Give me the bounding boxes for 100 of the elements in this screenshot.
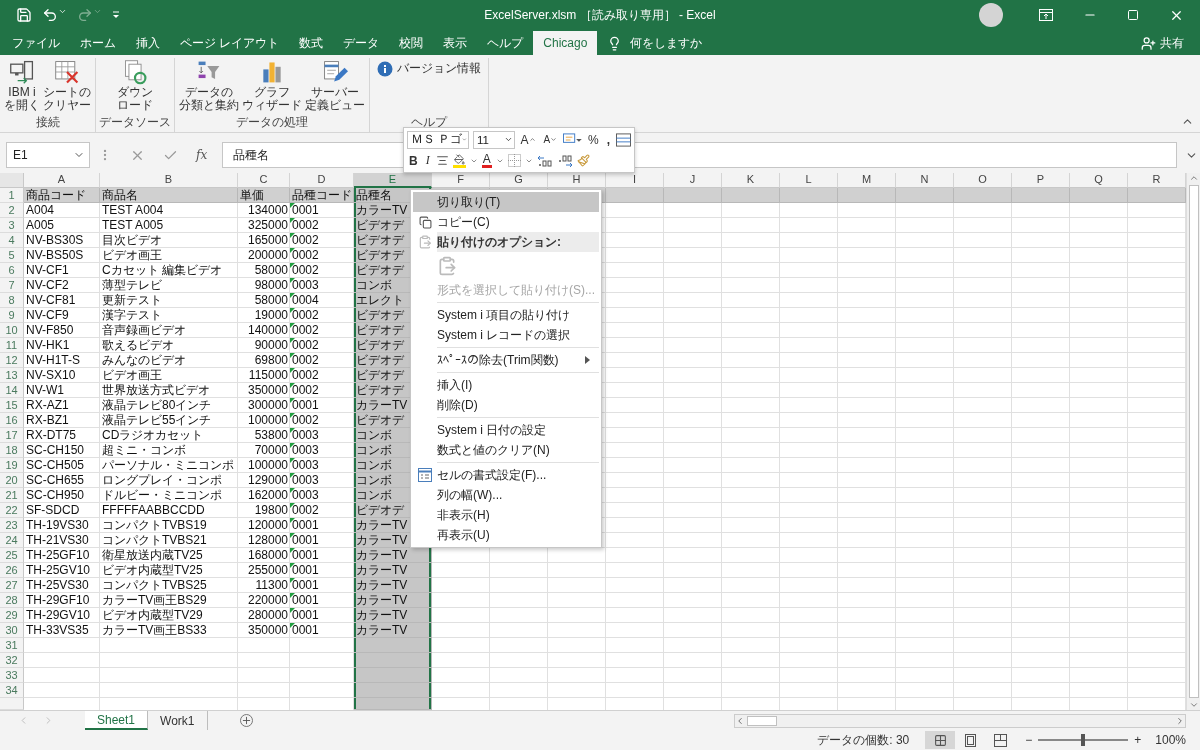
row-header[interactable]: 17 — [0, 428, 24, 443]
row-header[interactable]: 19 — [0, 458, 24, 473]
row-header[interactable]: 6 — [0, 263, 24, 278]
column-header[interactable]: C — [238, 173, 290, 188]
row-header[interactable]: 1 — [0, 188, 24, 203]
column-header[interactable]: F — [432, 173, 490, 188]
column-header[interactable]: N — [896, 173, 954, 188]
scroll-thumb[interactable] — [1188, 185, 1199, 698]
ribbon-tab[interactable]: ページ レイアウト — [170, 31, 290, 55]
ribbon-button[interactable]: ダウン ロード — [116, 58, 154, 113]
row-header[interactable]: 27 — [0, 578, 24, 593]
row-header[interactable]: 15 — [0, 398, 24, 413]
ribbon-tab[interactable]: データ — [333, 31, 390, 55]
format-painter-icon[interactable] — [576, 154, 590, 167]
ribbon-tab[interactable]: 挿入 — [126, 31, 170, 55]
share-button[interactable]: 共有 — [1160, 34, 1184, 52]
row-header[interactable]: 22 — [0, 503, 24, 518]
ribbon-tab[interactable]: 数式 — [289, 31, 334, 55]
size-select[interactable]: 11 — [473, 130, 515, 149]
maximize-icon[interactable] — [1127, 9, 1139, 21]
zoom-reading[interactable]: 100% — [1155, 733, 1186, 747]
ribbon-tab[interactable]: ホーム — [70, 31, 126, 55]
normal-view-button[interactable] — [925, 731, 956, 749]
save-icon[interactable] — [16, 7, 32, 23]
column-header[interactable]: I — [606, 173, 664, 188]
decrease-decimal-icon[interactable] — [556, 154, 573, 167]
ribbon-tab[interactable]: ファイル — [2, 31, 70, 55]
ribbon-button[interactable]: グラフ ウィザード — [241, 58, 303, 113]
column-header[interactable]: O — [954, 173, 1012, 188]
row-header[interactable]: 4 — [0, 233, 24, 248]
scroll-up-icon[interactable] — [1188, 173, 1199, 183]
zoom-in-button[interactable]: + — [1134, 733, 1142, 747]
column-header[interactable]: K — [722, 173, 780, 188]
row-header[interactable]: 20 — [0, 473, 24, 488]
row-header[interactable]: 8 — [0, 293, 24, 308]
row-header[interactable]: 33 — [0, 668, 24, 683]
sheet-tab[interactable]: Sheet1 — [85, 711, 149, 730]
ribbon-button[interactable]: シートの クリヤー — [42, 58, 92, 113]
insert-function-button[interactable]: fx — [196, 148, 214, 162]
font-select[interactable]: ＭＳ Ｐゴ — [407, 130, 469, 149]
zoom-out-button[interactable]: − — [1025, 733, 1033, 747]
ribbon-button[interactable]: バージョン情報 — [373, 58, 485, 79]
row-header[interactable]: 3 — [0, 218, 24, 233]
scroll-thumb[interactable] — [747, 715, 777, 726]
name-box[interactable]: E1 — [6, 142, 90, 168]
row-header[interactable]: 14 — [0, 383, 24, 398]
row-header[interactable]: 26 — [0, 563, 24, 578]
column-header[interactable]: G — [490, 173, 548, 188]
row-header[interactable]: 34 — [0, 683, 24, 698]
column-header[interactable]: B — [100, 173, 238, 188]
row-header[interactable]: 24 — [0, 533, 24, 548]
scroll-right-icon[interactable] — [1175, 715, 1185, 726]
row-header[interactable]: 2 — [0, 203, 24, 218]
column-header[interactable]: J — [664, 173, 722, 188]
fill-color-icon[interactable] — [452, 153, 466, 168]
zoom-thumb[interactable] — [1081, 734, 1086, 746]
ribbon-tab[interactable]: 校閲 — [389, 31, 434, 55]
ribbon-button[interactable]: IBM i を開く — [3, 58, 41, 113]
row-header[interactable]: 21 — [0, 488, 24, 503]
scroll-left-icon[interactable] — [735, 715, 745, 726]
scroll-down-icon[interactable] — [1188, 700, 1199, 710]
ribbon-tab[interactable]: 表示 — [433, 31, 478, 55]
ribbon-button[interactable]: サーバー 定義ビュー — [304, 58, 366, 113]
row-header[interactable]: 31 — [0, 638, 24, 653]
row-header[interactable]: 9 — [0, 308, 24, 323]
row-header[interactable]: 13 — [0, 368, 24, 383]
ribbon-tab[interactable]: Chicago — [533, 31, 598, 55]
column-header[interactable]: H — [548, 173, 606, 188]
row-header[interactable]: 10 — [0, 323, 24, 338]
bold-button[interactable]: B — [407, 153, 420, 168]
row-header[interactable]: 23 — [0, 518, 24, 533]
column-header[interactable]: P — [1012, 173, 1070, 188]
table-icon[interactable] — [616, 132, 631, 147]
row-header[interactable]: 18 — [0, 443, 24, 458]
font-color-button[interactable]: A — [481, 153, 492, 168]
tell-me-field[interactable]: 何をしますか — [630, 34, 703, 52]
row-header[interactable]: 29 — [0, 608, 24, 623]
borders-icon[interactable] — [507, 154, 521, 167]
undo-icon[interactable] — [42, 7, 67, 23]
row-header[interactable]: 28 — [0, 593, 24, 608]
column-header[interactable]: Q — [1070, 173, 1128, 188]
customize-icon[interactable] — [112, 10, 120, 20]
row-header[interactable]: 5 — [0, 248, 24, 263]
row-header[interactable]: 30 — [0, 623, 24, 638]
align-center-icon[interactable] — [435, 154, 449, 167]
column-header[interactable]: R — [1128, 173, 1186, 188]
row-header[interactable]: 16 — [0, 413, 24, 428]
column-header[interactable]: L — [780, 173, 838, 188]
column-header[interactable]: D — [290, 173, 354, 188]
column-header[interactable]: E — [354, 173, 432, 188]
increase-decimal-icon[interactable] — [536, 154, 553, 167]
row-header[interactable]: 25 — [0, 548, 24, 563]
column-header[interactable]: M — [838, 173, 896, 188]
row-header[interactable]: 32 — [0, 653, 24, 668]
menu-item[interactable]: 切り取り(T) — [413, 192, 599, 212]
ribbon-button[interactable]: データの 分類と集約 — [178, 58, 240, 113]
row-header[interactable]: 12 — [0, 353, 24, 368]
row-header[interactable]: 7 — [0, 278, 24, 293]
shrink-font-button[interactable]: A — [541, 134, 560, 145]
italic-button[interactable]: I — [423, 153, 432, 168]
